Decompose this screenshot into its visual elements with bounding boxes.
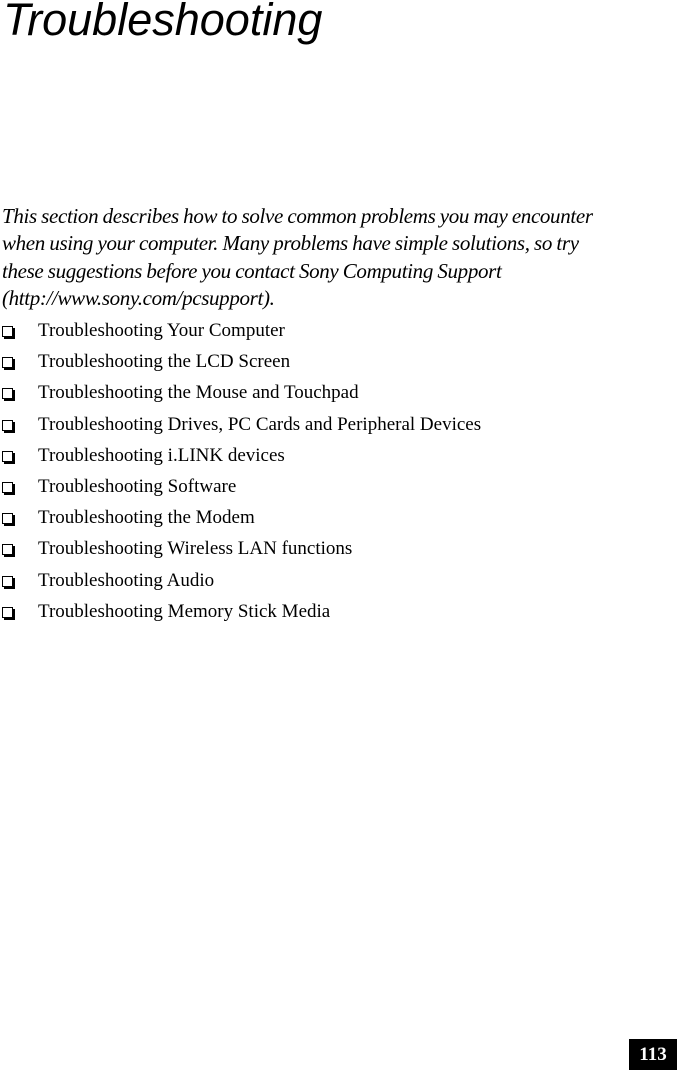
intro-line: these suggestions before you contact Son… (2, 258, 502, 283)
checkbox-square-icon (2, 481, 13, 493)
intro-line: This section describes how to solve comm… (2, 204, 593, 228)
topic-link[interactable]: Troubleshooting Memory Stick Media (38, 599, 330, 625)
checkbox-square-icon (2, 357, 13, 369)
checkbox-square-icon (2, 388, 13, 400)
checkbox-square-icon (2, 513, 13, 525)
topic-link[interactable]: Troubleshooting i.LINK devices (38, 443, 285, 469)
checkbox-square-icon (2, 575, 13, 587)
checkbox-square-icon (2, 419, 13, 431)
topic-link[interactable]: Troubleshooting Drives, PC Cards and Per… (38, 412, 481, 438)
page-title: Troubleshooting (3, 0, 323, 45)
intro-line: (http://www.sony.com/pcsupport). (2, 285, 275, 310)
topic-link[interactable]: Troubleshooting Audio (38, 568, 214, 594)
checkbox-square-icon (2, 450, 13, 462)
topic-link[interactable]: Troubleshooting the Modem (38, 505, 255, 531)
page-number: 113 (629, 1039, 677, 1070)
checkbox-square-icon (2, 606, 13, 618)
checkbox-square-icon (2, 326, 13, 337)
intro-paragraph: This section describes how to solve comm… (2, 203, 677, 312)
topic-link[interactable]: Troubleshooting the Mouse and Touchpad (38, 380, 359, 406)
topic-link[interactable]: Troubleshooting Software (38, 474, 236, 500)
topic-link[interactable]: Troubleshooting the LCD Screen (38, 349, 290, 375)
checkbox-square-icon (2, 544, 13, 556)
topic-link[interactable]: Troubleshooting Your Computer (38, 318, 285, 344)
topic-link[interactable]: Troubleshooting Wireless LAN functions (38, 536, 352, 562)
intro-line: when using your computer. Many problems … (2, 231, 579, 256)
